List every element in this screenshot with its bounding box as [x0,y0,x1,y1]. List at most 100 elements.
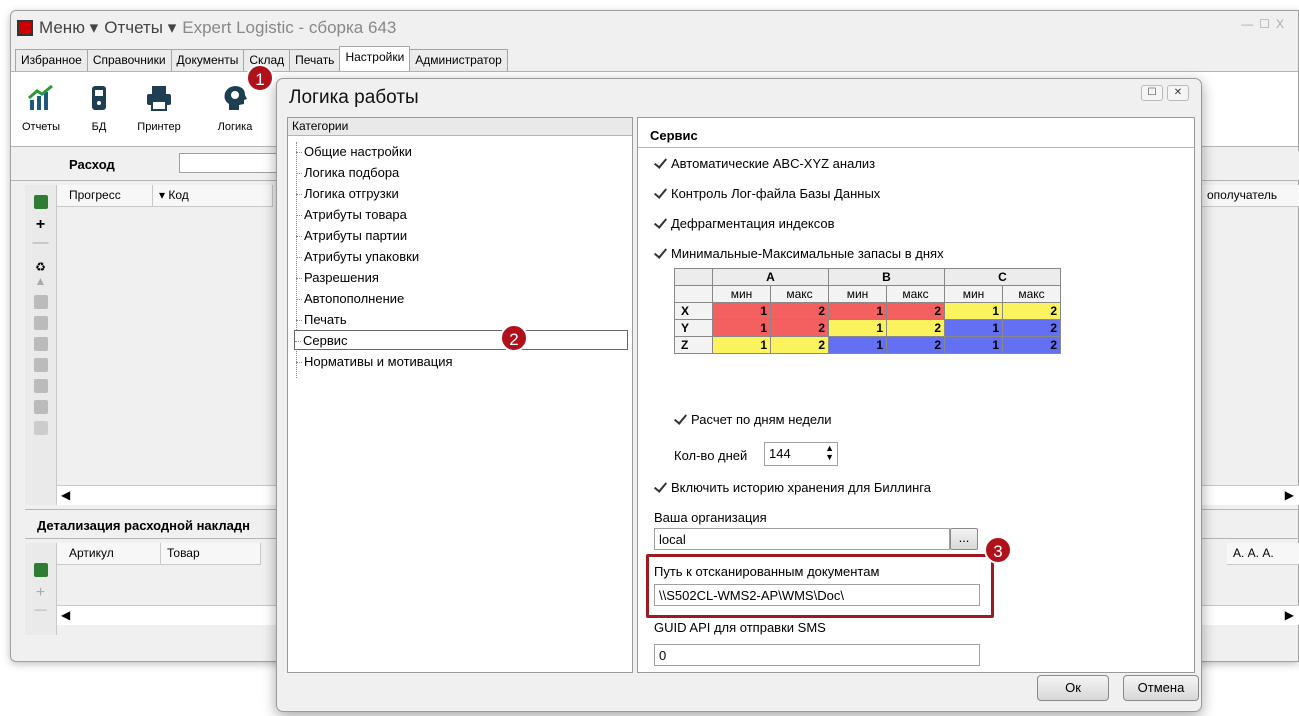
tab-references[interactable]: Справочники [86,49,172,71]
outgoing-search-input[interactable] [179,153,279,173]
tool-icon[interactable] [33,295,48,309]
matrix-cell[interactable]: 2 [1002,319,1061,337]
matrix-sub-min: мин [944,285,1003,303]
tab-print[interactable]: Печать [289,49,341,71]
logic-button[interactable]: Логика [207,84,263,133]
defrag-label: Дефрагментация индексов [671,216,835,231]
guid-input[interactable]: 0 [654,644,980,666]
excel-icon[interactable] [33,195,48,209]
col-recipient[interactable]: ополучатель [1201,185,1299,207]
col-a[interactable]: А. А. А. [1227,543,1299,565]
ok-button[interactable]: Ок [1037,675,1109,701]
matrix-cell[interactable]: 2 [770,336,829,354]
maximize-icon[interactable]: ☐ [1259,17,1270,31]
org-browse-button[interactable]: ... [950,528,978,550]
category-print[interactable]: Печать [296,310,347,330]
tag-icon[interactable] [33,400,48,414]
weekdays-checkbox[interactable]: Расчет по дням недели [674,412,832,427]
detail-excel-icon[interactable] [33,563,48,577]
matrix-cell[interactable]: 1 [828,336,887,354]
category-goods-attrs[interactable]: Атрибуты товара [296,205,407,225]
log-label: Контроль Лог-файла Базы Данных [671,186,881,201]
billing-checkbox[interactable]: Включить историю хранения для Биллинга [654,480,931,495]
matrix-cell[interactable]: 1 [712,319,771,337]
defrag-checkbox[interactable]: Дефрагментация индексов [654,216,835,231]
minmax-checkbox[interactable]: Минимальные-Максимальные запасы в днях [654,246,944,261]
tab-admin[interactable]: Администратор [409,49,508,71]
matrix-sub-max: макс [886,285,945,303]
matrix-sub-min: мин [828,285,887,303]
matrix-cell[interactable]: 2 [886,302,945,320]
abc-label: Автоматические ABC-XYZ анализ [671,156,876,171]
window-controls: — ☐ X [1241,17,1284,31]
remove-icon[interactable]: — [25,234,56,252]
app-title: Expert Logistic - сборка 643 [182,18,397,37]
tab-documents[interactable]: Документы [170,49,245,71]
refresh-icon[interactable]: ♻ [25,260,56,274]
dialog-maximize-icon[interactable]: ☐ [1141,85,1163,101]
category-general[interactable]: Общие настройки [296,142,412,162]
printer-icon [147,86,171,111]
matrix-cell[interactable]: 1 [712,302,771,320]
col-progress[interactable]: Прогресс [57,185,153,207]
menu-button[interactable]: Меню ▾ [39,18,98,38]
matrix-cell[interactable]: 1 [828,319,887,337]
add-icon[interactable]: + [25,216,56,234]
minimize-icon[interactable]: — [1241,17,1253,31]
category-norms[interactable]: Нормативы и мотивация [296,352,453,372]
spinner-arrows-icon[interactable]: ▲ ▼ [825,444,834,462]
matrix-cell[interactable]: 2 [886,319,945,337]
reports-menu-button[interactable]: Отчеты ▾ [104,18,176,38]
category-picking[interactable]: Логика подбора [296,163,399,183]
matrix-cell[interactable]: 2 [770,302,829,320]
matrix-cell[interactable]: 1 [944,336,1003,354]
doc-icon[interactable] [33,421,48,435]
category-permissions[interactable]: Разрешения [296,268,379,288]
category-shipping[interactable]: Логика отгрузки [296,184,399,204]
category-package-attrs[interactable]: Атрибуты упаковки [296,247,419,267]
org-input[interactable]: local [654,528,950,550]
detail-title: Детализация расходной накладн [37,518,250,533]
category-batch-attrs[interactable]: Атрибуты партии [296,226,407,246]
tab-settings[interactable]: Настройки [339,46,411,71]
eraser-icon[interactable] [33,358,48,372]
up-icon[interactable]: ▲ [25,274,56,288]
grid-icon[interactable] [33,379,48,393]
db-button[interactable]: БД [71,84,127,133]
matrix-cell[interactable]: 1 [944,319,1003,337]
detail-remove-icon[interactable]: — [25,602,56,616]
qr-icon[interactable] [33,337,48,351]
matrix-cell[interactable]: 1 [828,302,887,320]
matrix-cell[interactable]: 2 [886,336,945,354]
scroll-right-icon[interactable]: ▶ [1285,488,1294,502]
detail-scroll-right-icon[interactable]: ▶ [1285,608,1294,622]
matrix-cell[interactable]: 1 [944,302,1003,320]
close-icon[interactable]: X [1276,17,1284,31]
col-article[interactable]: Артикул [57,543,161,565]
guid-label: GUID API для отправки SMS [654,620,826,635]
matrix-cell[interactable]: 2 [770,319,829,337]
dialog-title: Логика работы [289,87,419,108]
detail-scroll-left-icon[interactable]: ◀ [61,608,70,622]
matrix-cell[interactable]: 2 [1002,302,1061,320]
categories-header: Категории [288,118,632,136]
log-checkbox[interactable]: Контроль Лог-файла Базы Данных [654,186,880,201]
abc-checkbox[interactable]: Автоматические ABC-XYZ анализ [654,156,875,171]
matrix-cell[interactable]: 1 [712,336,771,354]
minmax-matrix: A B C мин макс мин макс мин макс X 1 2 1… [674,268,1061,354]
col-code[interactable]: ▾ Код [153,185,273,207]
category-autorefill[interactable]: Автопополнение [296,289,404,309]
reports-button[interactable]: Отчеты [13,84,69,133]
matrix-cell[interactable]: 2 [1002,336,1061,354]
days-spinner[interactable]: 144 ▲ ▼ [764,442,838,466]
printer-button[interactable]: Принтер [131,84,187,133]
dialog-close-icon[interactable]: ✕ [1167,85,1189,101]
col-goods[interactable]: Товар [161,543,261,565]
barcode-icon[interactable] [33,316,48,330]
cancel-button[interactable]: Отмена [1123,675,1199,701]
database-icon [92,86,106,110]
tab-favorites[interactable]: Избранное [15,49,88,71]
detail-add-icon[interactable]: + [25,584,56,602]
category-service[interactable]: Сервис [294,330,628,350]
scroll-left-icon[interactable]: ◀ [61,488,70,502]
